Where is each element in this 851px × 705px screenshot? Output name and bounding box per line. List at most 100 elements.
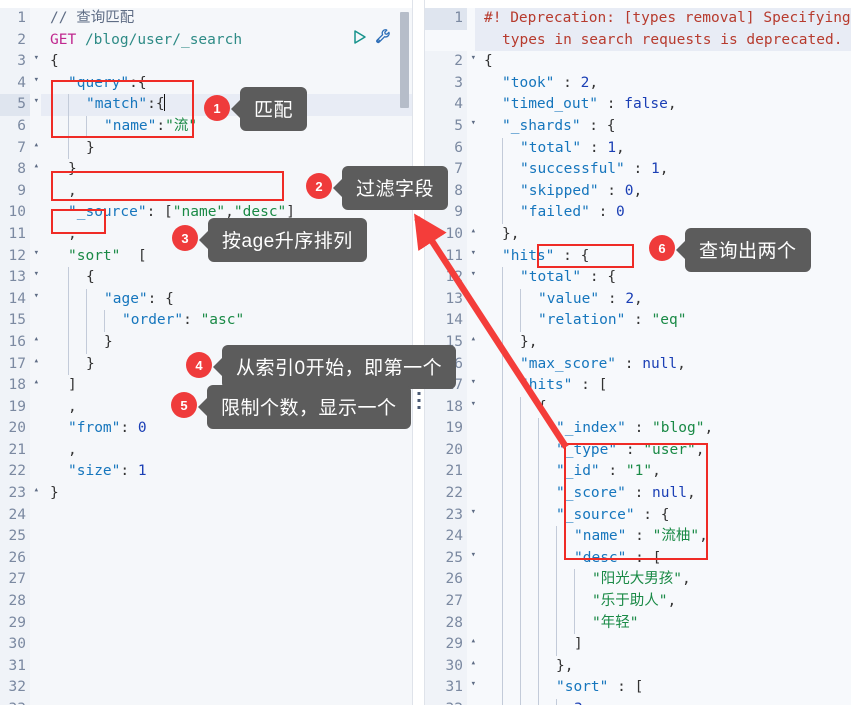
editor-line[interactable]: 19 "_index" : "blog", (425, 418, 851, 440)
line-number: 6 (425, 137, 467, 160)
fold-collapse-icon[interactable]: ▾ (30, 75, 39, 85)
line-number: 17 ▴ (0, 353, 39, 376)
wrench-icon[interactable] (375, 28, 392, 45)
line-number: 5 ▾ (0, 94, 39, 116)
line-number: 22 (425, 483, 467, 505)
code-text: "max_score" : null, (475, 353, 851, 376)
editor-line[interactable]: 30 (0, 634, 412, 656)
editor-line[interactable]: 9 "failed" : 0 (425, 202, 851, 224)
annotation-callout-2: 过滤字段 (342, 166, 449, 210)
fold-collapse-icon[interactable]: ▾ (30, 248, 39, 258)
editor-line[interactable]: 16"max_score" : null, (425, 353, 851, 376)
editor-line[interactable]: 25 (0, 526, 412, 548)
code-text: "relation" : "eq" (475, 310, 851, 332)
editor-line[interactable]: 31 ▾ "sort" : [ (425, 677, 851, 699)
line-number: 25 ▾ (425, 547, 476, 570)
annotation-callout-5: 限制个数，显示一个 (207, 385, 411, 429)
play-icon[interactable] (352, 29, 368, 45)
editor-line[interactable]: 7 "successful" : 1, (425, 159, 851, 181)
fold-expand-icon[interactable]: ▴ (30, 486, 39, 495)
editor-line[interactable]: 27 (0, 569, 412, 592)
drag-handle-dots-icon[interactable] (417, 392, 420, 409)
line-number: 9 (0, 180, 30, 203)
editor-line[interactable]: 33 (0, 699, 412, 705)
response-panel[interactable]: 1 #! Deprecation: [types removal] Specify… (425, 0, 851, 705)
request-action-icons[interactable] (352, 28, 392, 45)
annotation-badge-5: 5 (171, 392, 197, 418)
code-text: "value" : 2, (475, 288, 851, 311)
code-text: ] (475, 634, 851, 656)
editor-line[interactable]: 32 (0, 677, 412, 699)
scrollbar-thumb[interactable] (400, 12, 409, 108)
editor-line[interactable]: 2 ▾ { (425, 51, 851, 73)
editor-line[interactable]: 15 ▴}, (425, 331, 851, 354)
line-number: 30 (0, 634, 30, 656)
editor-line[interactable]: 3 "took" : 2, (425, 72, 851, 95)
editor-line[interactable]: 28 (0, 591, 412, 613)
fold-expand-icon[interactable]: ▴ (30, 140, 39, 150)
editor-line[interactable]: 13 ▾{ (0, 267, 412, 289)
editor-line[interactable]: 30 ▴}, (425, 655, 851, 678)
line-number: 2 (0, 29, 30, 52)
annotation-badge-6: 6 (649, 235, 675, 261)
code-text: "乐于助人", (475, 591, 851, 613)
editor-line[interactable]: 22 "size": 1 (0, 461, 412, 484)
fold-expand-icon[interactable]: ▴ (30, 356, 39, 366)
editor-line[interactable]: 18 ▾{ (425, 396, 851, 419)
editor-line[interactable]: 6 "total" : 1, (425, 137, 851, 160)
editor-line[interactable]: 24 (0, 504, 412, 527)
line-number: 2 ▾ (425, 51, 476, 73)
code-text: "successful" : 1, (475, 159, 851, 181)
code-text: "hits" : [ (475, 375, 851, 397)
editor-line[interactable]: 31 (0, 655, 412, 678)
editor-line[interactable]: 15 "order": "asc" (0, 310, 412, 332)
editor-line[interactable]: 28 "年轻" (425, 612, 851, 635)
editor-line[interactable]: 4 "timed_out" : false, (425, 94, 851, 116)
editor-line[interactable]: 2 GET /blog/user/_search (0, 29, 412, 52)
code-text: // 查询匹配 (50, 10, 135, 26)
editor-line[interactable]: 7 ▴} (0, 137, 412, 160)
editor-line[interactable]: 27 "乐于助人", (425, 591, 851, 613)
fold-expand-icon[interactable]: ▴ (30, 334, 39, 344)
code-text: { (41, 267, 412, 289)
code-text: "age": { (41, 288, 412, 311)
fold-expand-icon[interactable]: ▴ (30, 162, 39, 171)
line-number: 3 (425, 72, 467, 95)
editor-line[interactable]: 26 (0, 547, 412, 570)
editor-line[interactable]: 32 3 (425, 699, 851, 705)
line-number: 13 ▾ (0, 267, 39, 289)
fold-collapse-icon[interactable]: ▾ (30, 291, 39, 301)
editor-line[interactable]: 29 ▴] (425, 634, 851, 656)
editor-line[interactable]: 29 (0, 612, 412, 635)
annotation-badge-4: 4 (186, 352, 212, 378)
editor-line[interactable]: 8 "skipped" : 0, (425, 180, 851, 203)
editor-line[interactable]: 17▾"hits" : [ (425, 375, 851, 397)
editor-line[interactable]: 3 ▾ { (0, 51, 412, 73)
editor-line[interactable]: 21, (0, 439, 412, 462)
line-number: 18 ▴ (0, 375, 39, 397)
fold-collapse-icon[interactable]: ▾ (30, 270, 39, 279)
editor-line[interactable]: 1 #! Deprecation: [types removal] Specify… (425, 8, 851, 52)
editor-line[interactable]: 14 ▾ "age": { (0, 288, 412, 311)
line-number: 19 (425, 418, 467, 440)
hits-total-value-box (537, 244, 634, 268)
response-editor[interactable]: 1 #! Deprecation: [types removal] Specify… (425, 8, 851, 705)
editor-line[interactable]: 1 // 查询匹配 (0, 8, 412, 30)
fold-collapse-icon[interactable]: ▾ (30, 97, 39, 106)
line-number: 21 (0, 439, 30, 462)
code-text: , (68, 441, 77, 458)
code-text: }, (475, 331, 851, 354)
line-number: 7 ▴ (0, 137, 39, 160)
editor-line[interactable]: 13 "value" : 2, (425, 288, 851, 311)
line-number: 23 ▴ (0, 483, 39, 505)
editor-line[interactable]: 23 ▴} (0, 483, 412, 505)
editor-line[interactable]: 26 "阳光大男孩", (425, 569, 851, 592)
line-number: 20 (425, 439, 467, 462)
code-text: "total" : 1, (475, 137, 851, 160)
fold-expand-icon[interactable]: ▴ (30, 378, 39, 387)
code-text: "failed" : 0 (475, 202, 851, 224)
editor-line[interactable]: 14 "relation" : "eq" (425, 310, 851, 332)
fold-collapse-icon[interactable]: ▾ (30, 54, 39, 63)
code-text: { (50, 53, 59, 70)
editor-line[interactable]: 5 ▾ "_shards" : { (425, 115, 851, 138)
